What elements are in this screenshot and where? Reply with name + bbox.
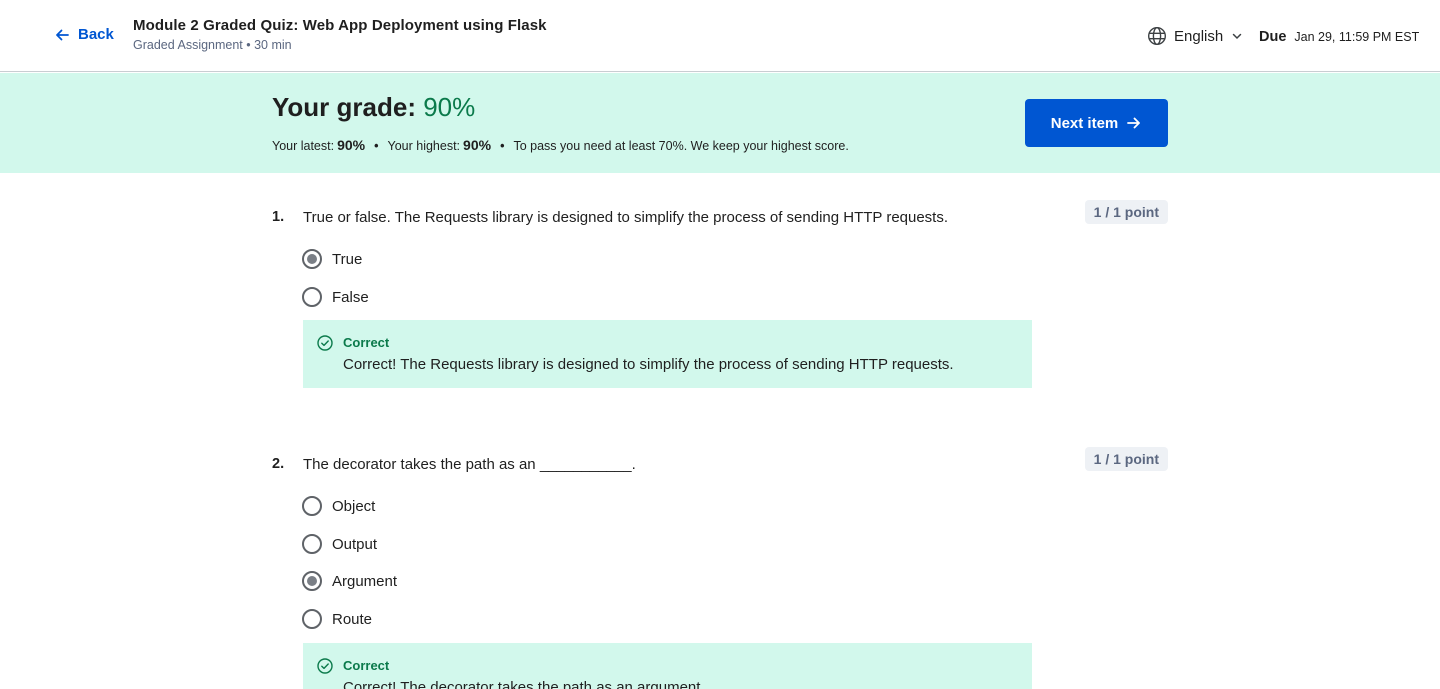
chevron-down-icon [1232,33,1242,40]
question-number: 2. [272,456,285,472]
pass-note: To pass you need at least 70%. We keep y… [513,139,849,153]
question-number: 1. [272,209,285,225]
separator-dot: • [500,139,505,153]
language-label: English [1174,27,1224,45]
option-true[interactable]: True [302,249,362,269]
option-label: Argument [332,572,398,590]
feedback-heading: Correct [343,335,390,350]
assignment-title-block: Module 2 Graded Quiz: Web App Deployment… [133,17,547,52]
option-false[interactable]: False [302,287,369,307]
option-label: False [332,288,369,306]
radio-button[interactable] [302,287,322,307]
latest-label: Your latest: [272,139,335,153]
arrow-left-icon [56,29,69,40]
language-selector[interactable]: English [1147,26,1242,46]
feedback-correct: Correct Correct! The Requests library is… [303,320,1032,388]
radio-button[interactable] [302,496,322,516]
option-route[interactable]: Route [302,609,372,629]
next-item-button[interactable]: Next item [1025,99,1168,147]
feedback-text: Correct! The Requests library is designe… [343,356,954,373]
radio-button[interactable] [302,534,322,554]
radio-button-selected[interactable] [302,571,322,591]
arrow-right-icon [1127,117,1141,129]
due-label: Due [1259,29,1287,45]
due-date-info: Due Jan 29, 11:59 PM EST [1259,29,1419,45]
separator-dot: • [374,139,379,153]
option-output[interactable]: Output [302,534,377,554]
feedback-correct: Correct Correct! The decorator takes the… [303,643,1032,689]
points-badge: 1 / 1 point [1084,447,1168,471]
option-argument[interactable]: Argument [302,571,397,591]
grade-heading: Your grade: 90% [272,92,475,123]
option-object[interactable]: Object [302,496,375,516]
option-label: True [332,250,363,268]
question-text: True or false. The Requests library is d… [303,209,949,226]
globe-icon [1147,26,1167,46]
radio-button[interactable] [302,609,322,629]
grade-prefix: Your grade: [272,92,416,122]
back-button[interactable]: Back [54,26,114,43]
radio-button-selected[interactable] [302,249,322,269]
option-label: Output [332,535,378,553]
next-item-label: Next item [1050,114,1119,132]
due-date: Jan 29, 11:59 PM EST [1294,30,1420,44]
feedback-text: Correct! The decorator takes the path as… [343,679,705,689]
grade-value: 90% [423,92,476,122]
grade-summary: Your latest: 90% • Your highest: 90% • T… [272,137,849,153]
page-subtitle: Graded Assignment • 30 min [133,38,292,52]
points-badge: 1 / 1 point [1084,200,1168,224]
option-label: Route [332,610,373,628]
highest-label: Your highest: [387,139,461,153]
back-label: Back [78,26,114,43]
latest-value: 90% [337,137,366,153]
page-title: Module 2 Graded Quiz: Web App Deployment… [133,17,547,34]
option-label: Object [332,497,376,515]
grade-banner: Your grade: 90% Your latest: 90% • Your … [0,73,1440,173]
top-header: Back Module 2 Graded Quiz: Web App Deplo… [0,0,1440,72]
check-circle-icon [317,335,333,351]
highest-value: 90% [463,137,492,153]
question-text: The decorator takes the path as an _____… [303,456,636,473]
check-circle-icon [317,658,333,674]
feedback-heading: Correct [343,658,390,673]
